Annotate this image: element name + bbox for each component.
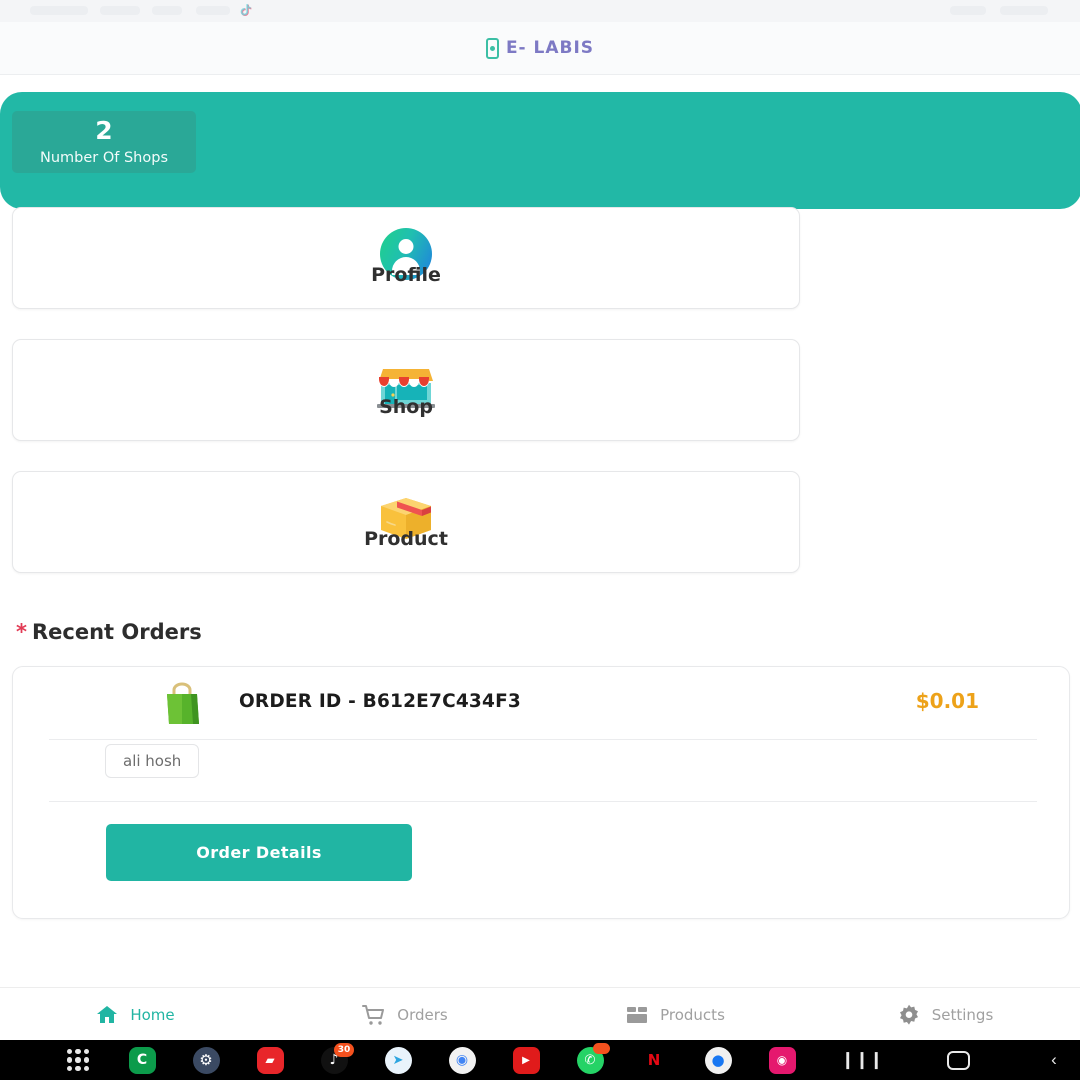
nav-item-settings[interactable]: Settings xyxy=(810,1003,1080,1027)
tab-ghost[interactable] xyxy=(1000,6,1048,15)
camera-glyph: ◉ xyxy=(768,1046,796,1074)
menu-card-label: Profile xyxy=(371,264,441,286)
android-dock: C ⚙ ▰ ♪ 30 ➤ ◉ ▶ ✆ N ● ◉ ❙❙❙ ‹ xyxy=(0,1040,1080,1080)
divider xyxy=(49,739,1037,740)
menu-card-profile[interactable]: Profile xyxy=(12,207,800,309)
order-price: $0.01 xyxy=(915,689,979,713)
browser-tab-strip xyxy=(0,0,1080,22)
tiktok-icon[interactable]: ♪ 30 xyxy=(302,1040,366,1080)
nav-item-products[interactable]: Products xyxy=(540,1003,810,1027)
app-title: E- LABIS xyxy=(505,38,595,58)
menu-card-label: Product xyxy=(364,528,448,550)
messenger-icon[interactable]: ● xyxy=(686,1040,750,1080)
recent-orders-label: Recent Orders xyxy=(31,620,202,644)
chat-icon[interactable]: ▰ xyxy=(238,1040,302,1080)
customer-name-chip[interactable]: ali hosh xyxy=(105,744,200,778)
chat-glyph: ▰ xyxy=(256,1046,284,1074)
notification-badge xyxy=(593,1043,610,1054)
home-button[interactable] xyxy=(910,1040,1006,1080)
back-button[interactable]: ‹ xyxy=(1006,1040,1080,1080)
nav-item-orders[interactable]: Orders xyxy=(270,1003,540,1027)
stat-label: Number Of Shops xyxy=(39,150,168,166)
order-details-button[interactable]: Order Details xyxy=(106,824,412,881)
shopping-bag-icon xyxy=(161,681,203,734)
netflix-icon[interactable]: N xyxy=(622,1040,686,1080)
tab-ghost[interactable] xyxy=(152,6,182,15)
settings-icon[interactable]: ⚙ xyxy=(174,1040,238,1080)
nav-label: Settings xyxy=(931,1005,994,1024)
app-drawer-icon[interactable] xyxy=(46,1040,110,1080)
required-asterisk: * xyxy=(16,620,27,644)
tab-ghost[interactable] xyxy=(30,6,88,15)
youtube-glyph: ▶ xyxy=(512,1046,540,1074)
phone-icon xyxy=(485,37,499,59)
tab-ghost[interactable] xyxy=(950,6,986,15)
netflix-glyph: N xyxy=(640,1046,668,1074)
stat-number-of-shops[interactable]: 2 Number Of Shops xyxy=(12,111,196,173)
gear-icon xyxy=(899,1004,918,1025)
system-navigation: ❙❙❙ ‹ xyxy=(814,1040,1080,1080)
notification-badge: 30 xyxy=(334,1043,354,1057)
tiktok-icon[interactable] xyxy=(233,0,259,22)
telegram-glyph: ➤ xyxy=(384,1046,412,1074)
menu-card-product[interactable]: Product xyxy=(12,471,800,573)
chrome-glyph: ◉ xyxy=(448,1046,476,1074)
settings-glyph: ⚙ xyxy=(192,1046,220,1074)
home-icon xyxy=(97,1005,118,1023)
boxes-icon xyxy=(627,1006,648,1023)
nav-label: Orders xyxy=(397,1005,448,1024)
nav-label: Home xyxy=(130,1005,175,1024)
recent-orders-title: * Recent Orders xyxy=(16,620,202,644)
menu-card-shop[interactable]: Shop xyxy=(12,339,800,441)
nav-item-home[interactable]: Home xyxy=(0,1003,270,1027)
nav-label: Products xyxy=(660,1005,725,1024)
telegram-icon[interactable]: ➤ xyxy=(366,1040,430,1080)
careem-icon[interactable]: C xyxy=(110,1040,174,1080)
menu-card-label: Shop xyxy=(379,396,433,418)
camera-icon[interactable]: ◉ xyxy=(750,1040,814,1080)
order-id-text: ORDER ID - B612E7C434F3 xyxy=(239,691,521,712)
app-header: E- LABIS xyxy=(0,22,1080,75)
bottom-navigation: Home Orders Products Settings xyxy=(0,987,1080,1041)
app-root: E- LABIS 2 Number Of Shops Profile Shop … xyxy=(0,0,1080,1080)
tab-ghost[interactable] xyxy=(196,6,230,15)
chrome-icon[interactable]: ◉ xyxy=(430,1040,494,1080)
messenger-glyph: ● xyxy=(704,1046,732,1074)
divider xyxy=(49,801,1037,802)
whatsapp-icon[interactable]: ✆ xyxy=(558,1040,622,1080)
shopping-cart-icon xyxy=(362,1004,385,1025)
stat-value: 2 xyxy=(95,116,113,145)
order-card: ORDER ID - B612E7C434F3 $0.01 xyxy=(12,666,1070,919)
recents-button[interactable]: ❙❙❙ xyxy=(814,1040,910,1080)
careem-glyph: C xyxy=(128,1046,156,1074)
tab-ghost[interactable] xyxy=(100,6,140,15)
youtube-icon[interactable]: ▶ xyxy=(494,1040,558,1080)
hero-banner: 2 Number Of Shops xyxy=(0,92,1080,209)
